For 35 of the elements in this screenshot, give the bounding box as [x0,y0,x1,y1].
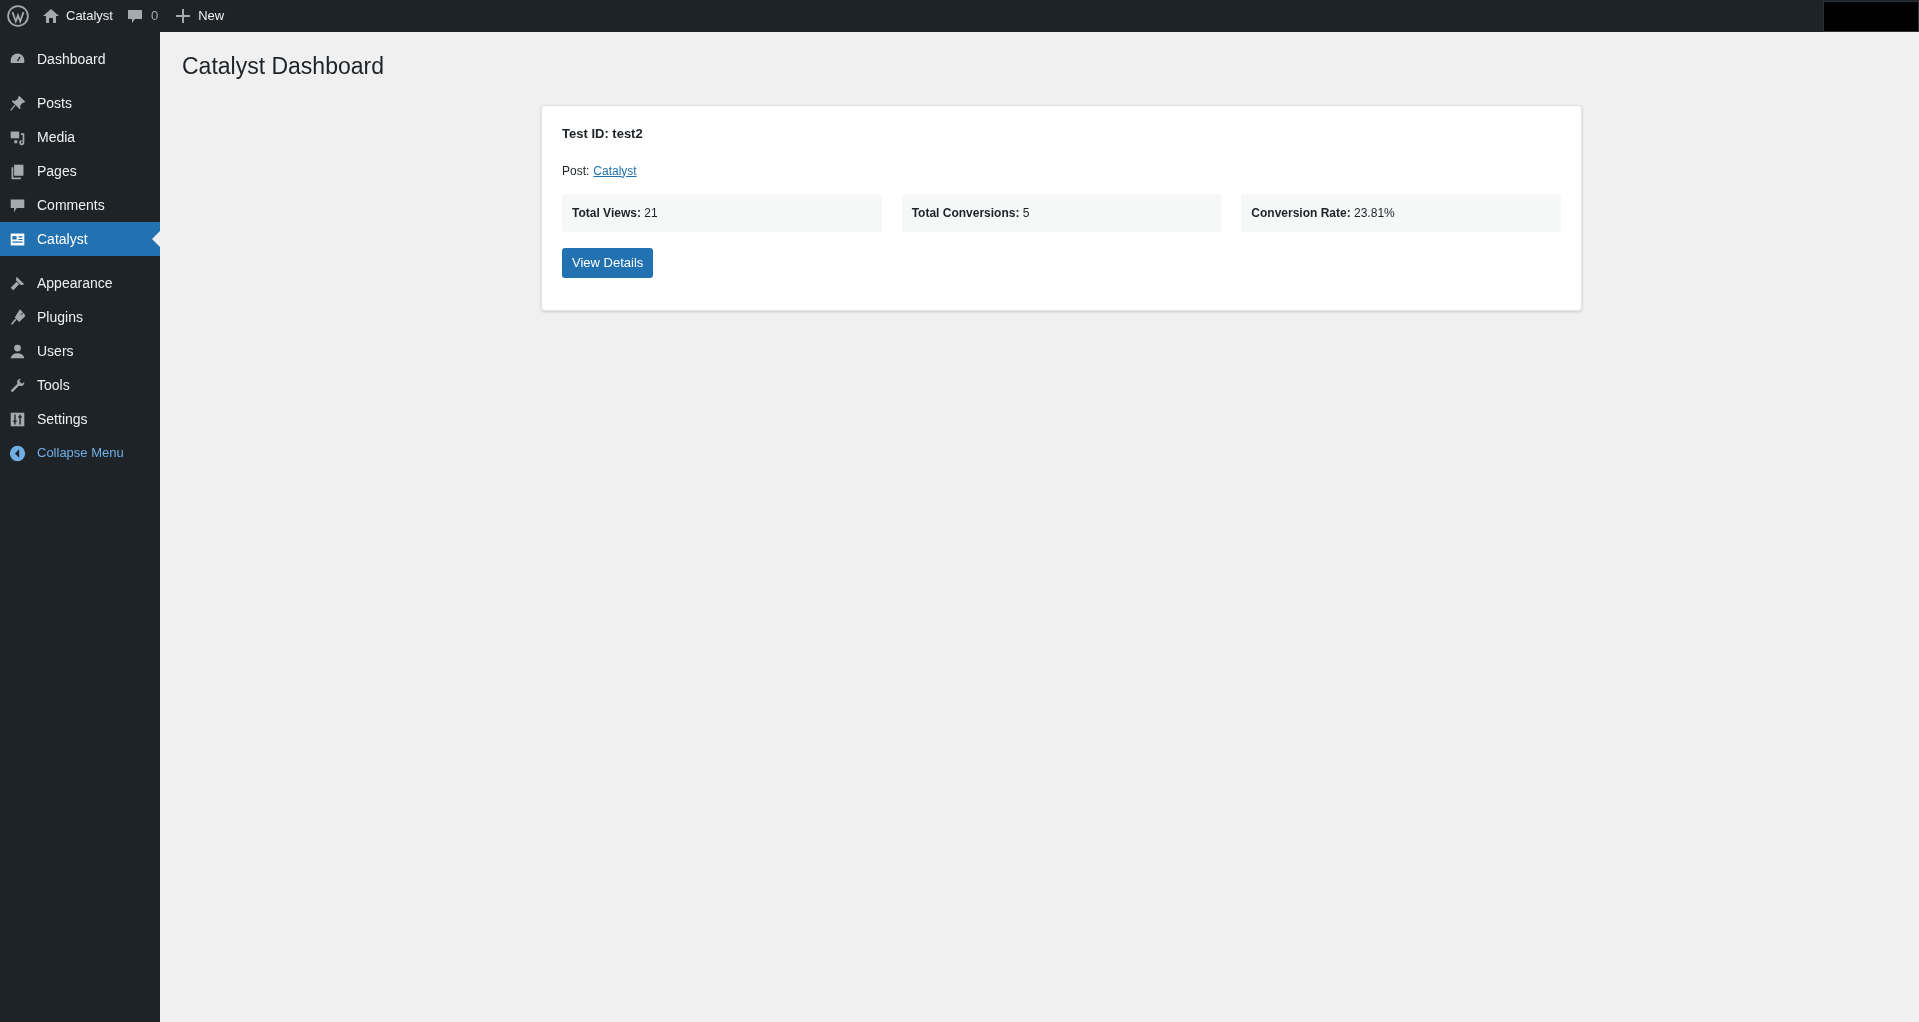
page-title: Catalyst Dashboard [182,52,385,81]
sidebar-item[interactable]: Plugins [0,300,160,334]
user-icon [9,342,26,360]
new-link[interactable]: New [198,6,225,26]
plus-icon [176,9,191,23]
comment-icon [126,8,143,24]
stat-box: Total Views: 21 [562,193,882,232]
sidebar-item[interactable]: Appearance [0,266,160,300]
stat-box: Conversion Rate: 23.81% [1241,193,1561,232]
sidebar-item[interactable]: Comments [0,188,160,222]
view-details-button[interactable]: View Details [562,247,654,278]
paintbrush-icon [9,274,26,292]
sliders-icon [9,410,26,428]
pages-icon [9,162,26,180]
site-name-link[interactable]: Catalyst [66,6,113,26]
post-link[interactable]: Catalyst [593,161,637,180]
stat-box: Total Conversions: 5 [901,193,1222,232]
wrench-icon [9,376,26,394]
wordpress-logo-icon[interactable] [7,5,29,27]
sidebar-item[interactable]: Media [0,120,160,154]
test-id-heading: Test ID: test2 [562,125,644,143]
sidebar-item[interactable]: Settings [0,402,160,436]
comment-count[interactable]: 0 [150,6,159,26]
plug-icon [9,308,26,326]
pin-icon [9,94,26,112]
sidebar-item[interactable]: Dashboard [0,42,160,76]
sidebar-item[interactable]: Users [0,334,160,368]
post-label: Post: [562,162,590,180]
active-pointer-icon [152,231,160,247]
home-icon [42,8,60,24]
collapse-menu-button[interactable]: Collapse Menu [0,436,160,470]
sidebar-item[interactable]: Tools [0,368,160,402]
sidebar-item[interactable]: Catalyst [0,222,160,256]
sidebar-item[interactable]: Pages [0,154,160,188]
sidebar-item[interactable]: Posts [0,86,160,120]
